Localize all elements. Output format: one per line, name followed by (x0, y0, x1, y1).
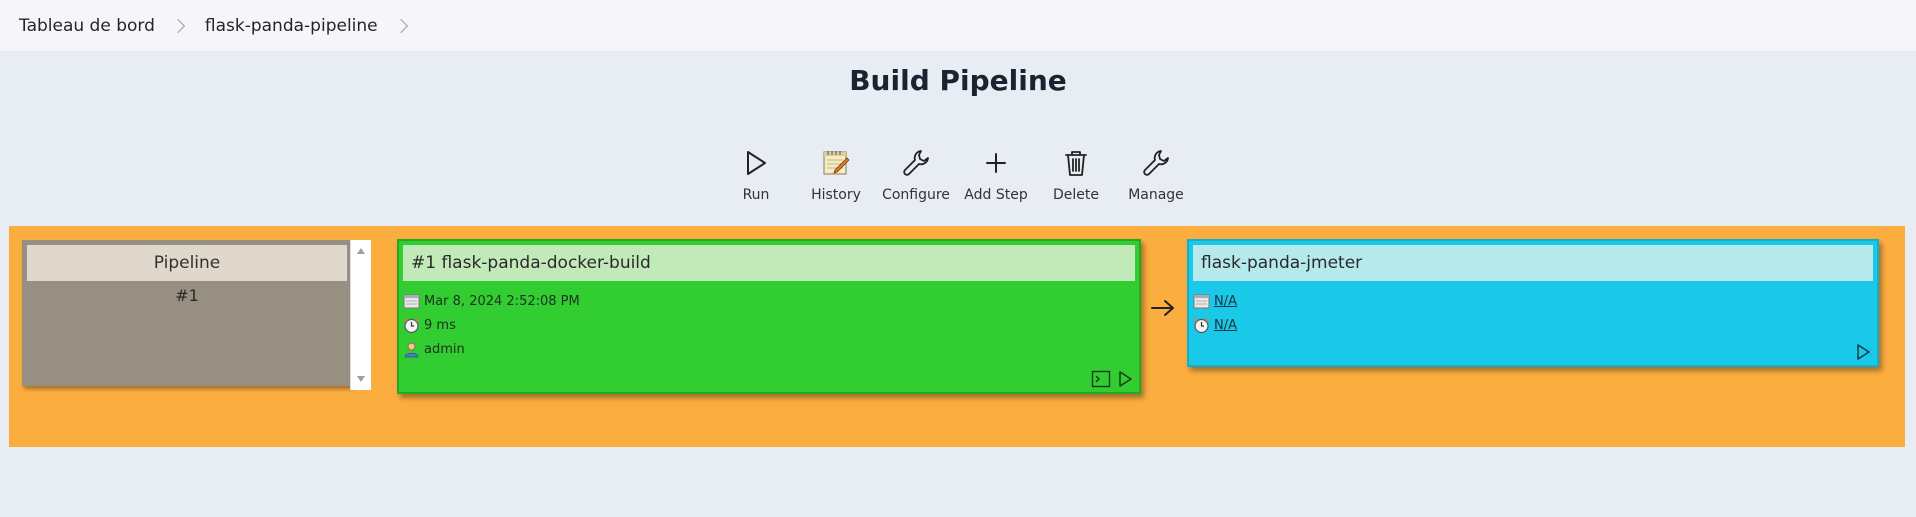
pipeline-scrollbar[interactable] (350, 240, 371, 390)
breadcrumb-dashboard[interactable]: Tableau de bord (19, 16, 155, 36)
chevron-right-icon (170, 18, 185, 33)
pipeline-canvas: Pipeline #1 #1 flask-panda-docker-build … (9, 226, 1905, 447)
manage-label: Manage (1128, 187, 1184, 203)
breadcrumb-pipeline[interactable]: flask-panda-pipeline (205, 16, 378, 36)
job-title[interactable]: #1 flask-panda-docker-build (403, 245, 1135, 281)
add-step-button[interactable]: Add Step (961, 145, 1031, 203)
run-button[interactable]: Run (721, 145, 791, 203)
scroll-down-icon[interactable] (357, 376, 365, 382)
toolbar: Run History Configure Add Step Delete Ma… (0, 145, 1916, 211)
page-title: Build Pipeline (849, 64, 1067, 97)
job-card-docker-build: #1 flask-panda-docker-build Mar 8, 2024 … (397, 239, 1141, 394)
play-icon (721, 145, 791, 181)
delete-label: Delete (1053, 187, 1099, 203)
configure-button[interactable]: Configure (881, 145, 951, 203)
breadcrumb: Tableau de bord flask-panda-pipeline (0, 0, 1916, 52)
job-date[interactable]: N/A (1214, 294, 1237, 309)
job-duration-row: 9 ms (403, 317, 456, 334)
notepad-icon (801, 145, 871, 181)
job-date: Mar 8, 2024 2:52:08 PM (424, 294, 580, 309)
job-duration[interactable]: N/A (1214, 318, 1237, 333)
chevron-right-icon[interactable] (393, 18, 408, 33)
add-step-label: Add Step (964, 187, 1028, 203)
job-card-jmeter: flask-panda-jmeter N/A N/A (1187, 239, 1879, 367)
play-icon[interactable] (1117, 370, 1133, 388)
console-icon[interactable] (1091, 370, 1111, 388)
job-user-row: admin (403, 341, 465, 358)
job-title[interactable]: flask-panda-jmeter (1193, 245, 1873, 281)
job-actions (1855, 343, 1871, 361)
arrow-right-icon (1149, 298, 1177, 322)
pipeline-header: Pipeline (27, 245, 347, 281)
pipeline-run-number[interactable]: #1 (22, 286, 352, 305)
delete-button[interactable]: Delete (1041, 145, 1111, 203)
configure-label: Configure (882, 187, 950, 203)
run-label: Run (742, 187, 770, 203)
scroll-up-icon[interactable] (357, 248, 365, 254)
manage-button[interactable]: Manage (1121, 145, 1191, 203)
plus-icon (961, 145, 1031, 181)
history-button[interactable]: History (801, 145, 871, 203)
clock-icon (1193, 317, 1210, 334)
job-actions (1091, 370, 1133, 388)
wrench-icon (881, 145, 951, 181)
job-date-row: Mar 8, 2024 2:52:08 PM (403, 293, 580, 310)
job-duration-row: N/A (1193, 317, 1237, 334)
job-duration: 9 ms (424, 318, 456, 333)
job-date-row: N/A (1193, 293, 1237, 310)
job-user: admin (424, 342, 465, 357)
clock-icon (403, 317, 420, 334)
user-icon (403, 341, 420, 358)
calendar-icon (403, 293, 420, 310)
wrench-icon (1121, 145, 1191, 181)
pipeline-runs-panel: Pipeline #1 (22, 240, 352, 386)
calendar-icon (1193, 293, 1210, 310)
play-icon[interactable] (1855, 343, 1871, 361)
trash-icon (1041, 145, 1111, 181)
history-label: History (811, 187, 861, 203)
